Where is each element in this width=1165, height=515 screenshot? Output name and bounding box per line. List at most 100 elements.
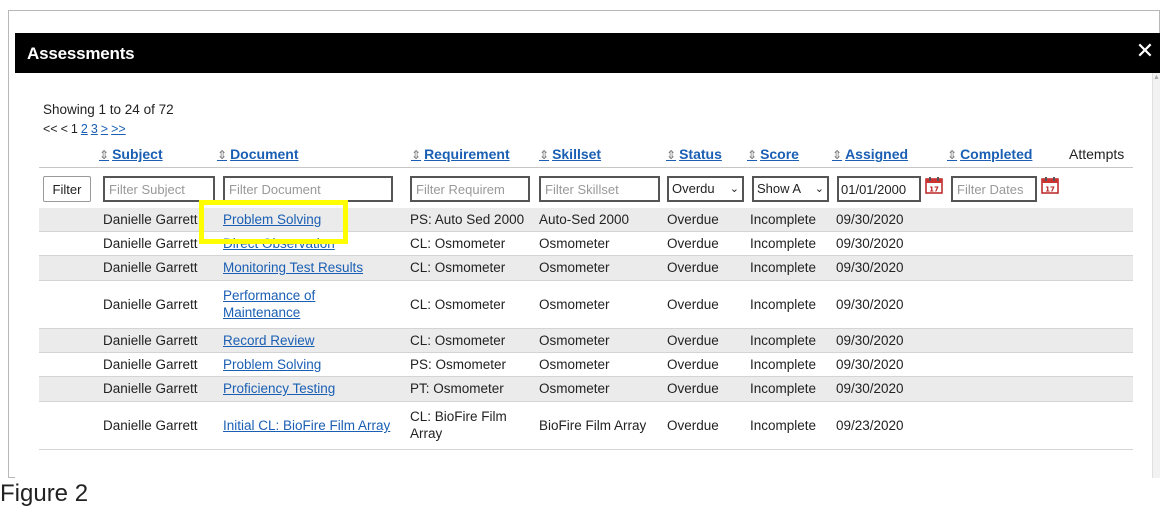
column-header-requirement[interactable]: ⇕ Requirement xyxy=(411,146,510,162)
cell-skillset: Osmometer xyxy=(539,260,610,275)
dialog-title: Assessments xyxy=(27,44,135,63)
pager-page-link[interactable]: 3 xyxy=(91,122,98,136)
sort-icon: ⇕ xyxy=(747,148,758,162)
column-header-completed[interactable]: ⇕ Completed xyxy=(947,146,1032,162)
cell-requirement: PS: Osmometer xyxy=(410,357,507,372)
cell-requirement: PS: Auto Sed 2000 xyxy=(410,212,525,227)
cell-score: Incomplete xyxy=(750,357,817,372)
table-row: Danielle Garrett Monitoring Test Results… xyxy=(39,256,1133,281)
filter-requirement-input[interactable] xyxy=(410,176,530,202)
status-filter-select[interactable]: Overdu ⌄ xyxy=(667,176,744,202)
cell-subject: Danielle Garrett xyxy=(103,236,198,251)
assigned-date-input[interactable] xyxy=(837,176,921,202)
table-row: Danielle Garrett Record Review CL: Osmom… xyxy=(39,329,1133,353)
cell-score: Incomplete xyxy=(750,236,817,251)
cell-requirement: CL: Osmometer xyxy=(410,297,506,312)
sort-icon: ⇕ xyxy=(666,148,677,162)
highlight-box xyxy=(199,200,348,244)
column-header-assigned[interactable]: ⇕ Assigned xyxy=(832,146,908,162)
filter-skillset-input[interactable] xyxy=(539,176,660,202)
sort-icon: ⇕ xyxy=(217,148,228,162)
cell-status: Overdue xyxy=(667,212,719,227)
filter-subject-input[interactable] xyxy=(103,176,215,202)
column-header-subject[interactable]: ⇕ Subject xyxy=(99,146,163,162)
table-row: Danielle Garrett Initial CL: BioFire Fil… xyxy=(39,402,1133,450)
svg-text:17: 17 xyxy=(929,186,939,194)
cell-status: Overdue xyxy=(667,381,719,396)
sort-icon: ⇕ xyxy=(99,148,110,162)
filter-document-input[interactable] xyxy=(223,176,393,202)
column-header-skillset[interactable]: ⇕ Skillset xyxy=(539,146,601,162)
cell-requirement: CL: Osmometer xyxy=(410,333,506,348)
cell-document-link[interactable]: Proficiency Testing xyxy=(223,381,335,396)
cell-subject: Danielle Garrett xyxy=(103,357,198,372)
cell-assigned: 09/30/2020 xyxy=(836,236,904,251)
table-row: Danielle Garrett Performance of Maintena… xyxy=(39,281,1133,329)
cell-subject: Danielle Garrett xyxy=(103,333,198,348)
pager-next[interactable]: > xyxy=(101,122,108,136)
cell-document-link[interactable]: Monitoring Test Results xyxy=(223,260,363,275)
pager: << < 1 2 3 > >> xyxy=(43,122,126,136)
cell-document-link[interactable]: Initial CL: BioFire Film Array xyxy=(223,418,390,433)
cell-requirement: PT: Osmometer xyxy=(410,381,504,396)
cell-status: Overdue xyxy=(667,357,719,372)
cell-skillset: Osmometer xyxy=(539,381,610,396)
score-filter-select[interactable]: Show A ⌄ xyxy=(752,176,829,202)
cell-score: Incomplete xyxy=(750,418,817,433)
calendar-icon[interactable]: 17 xyxy=(925,176,943,194)
cell-score: Incomplete xyxy=(750,381,817,396)
cell-subject: Danielle Garrett xyxy=(103,381,198,396)
chevron-down-icon: ⌄ xyxy=(814,183,824,195)
figure-caption: Figure 2 xyxy=(0,480,89,507)
cell-score: Incomplete xyxy=(750,260,817,275)
dialog-titlebar: Assessments ✕ xyxy=(15,33,1160,73)
sort-icon: ⇕ xyxy=(832,148,843,162)
column-header-score[interactable]: ⇕ Score xyxy=(747,146,799,162)
cell-score: Incomplete xyxy=(750,333,817,348)
table-row: Danielle Garrett Proficiency Testing PT:… xyxy=(39,377,1133,402)
cell-status: Overdue xyxy=(667,297,719,312)
pager-page-link[interactable]: 2 xyxy=(81,122,88,136)
pager-first[interactable]: << xyxy=(43,122,58,136)
assessments-dialog: Assessments ✕ ▲ Showing 1 to 24 of 72 <<… xyxy=(15,33,1160,478)
cell-document-link[interactable]: Performance of Maintenance xyxy=(223,287,353,321)
cell-document-link[interactable]: Record Review xyxy=(223,333,315,348)
cell-status: Overdue xyxy=(667,418,719,433)
cell-assigned: 09/30/2020 xyxy=(836,333,904,348)
cell-document-link[interactable]: Problem Solving xyxy=(223,357,321,372)
cell-assigned: 09/30/2020 xyxy=(836,381,904,396)
close-icon[interactable]: ✕ xyxy=(1134,38,1156,64)
column-header-attempts: Attempts xyxy=(1069,146,1125,162)
calendar-icon[interactable]: 17 xyxy=(1041,176,1059,194)
column-header-document[interactable]: ⇕ Document xyxy=(217,146,299,162)
cell-requirement: CL: Osmometer xyxy=(410,236,506,251)
cell-assigned: 09/23/2020 xyxy=(836,418,904,433)
cell-score: Incomplete xyxy=(750,212,817,227)
cell-status: Overdue xyxy=(667,333,719,348)
filter-button[interactable]: Filter xyxy=(43,176,91,202)
sort-icon: ⇕ xyxy=(539,148,550,162)
pager-last[interactable]: >> xyxy=(111,122,126,136)
cell-skillset: Osmometer xyxy=(539,357,610,372)
cell-skillset: Osmometer xyxy=(539,333,610,348)
completed-date-input[interactable] xyxy=(951,176,1037,202)
cell-skillset: Auto-Sed 2000 xyxy=(539,212,630,227)
scrollbar[interactable] xyxy=(1152,73,1160,478)
pager-prev[interactable]: < xyxy=(61,122,68,136)
cell-assigned: 09/30/2020 xyxy=(836,212,904,227)
sort-icon: ⇕ xyxy=(947,148,958,162)
table-row: Danielle Garrett Problem Solving PS: Osm… xyxy=(39,353,1133,377)
cell-subject: Danielle Garrett xyxy=(103,418,198,433)
cell-subject: Danielle Garrett xyxy=(103,260,198,275)
sort-icon: ⇕ xyxy=(411,148,422,162)
cell-skillset: Osmometer xyxy=(539,236,610,251)
chevron-down-icon: ⌄ xyxy=(729,183,739,195)
cell-assigned: 09/30/2020 xyxy=(836,297,904,312)
cell-status: Overdue xyxy=(667,236,719,251)
column-header-status[interactable]: ⇕ Status xyxy=(666,146,722,162)
cell-assigned: 09/30/2020 xyxy=(836,357,904,372)
cell-subject: Danielle Garrett xyxy=(103,212,198,227)
svg-text:17: 17 xyxy=(1045,186,1055,194)
scroll-up-arrow-icon[interactable]: ▲ xyxy=(1153,74,1160,81)
cell-assigned: 09/30/2020 xyxy=(836,260,904,275)
